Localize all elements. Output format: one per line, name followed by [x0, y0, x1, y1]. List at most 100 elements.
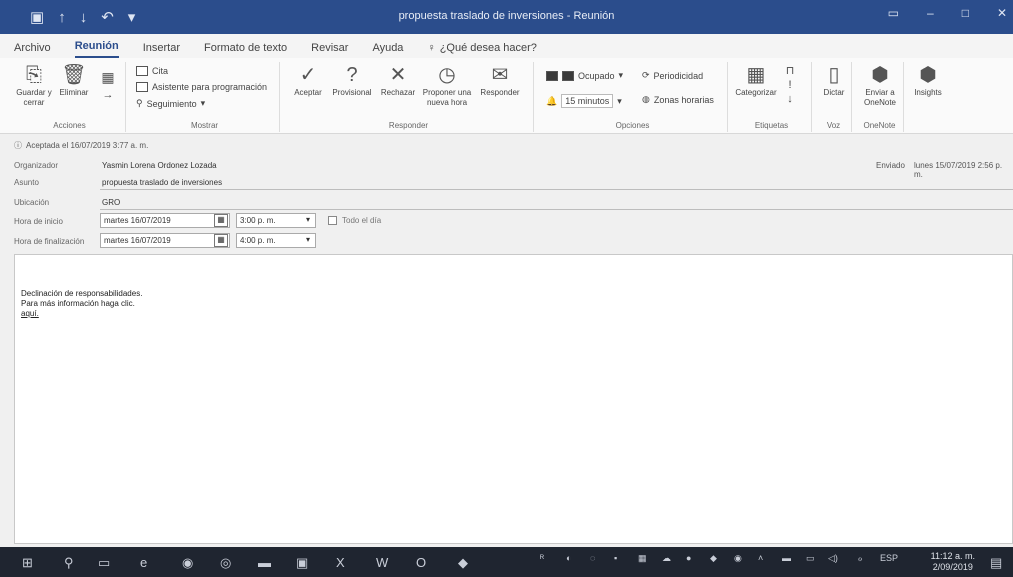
disclaimer-line: Declinación de responsabilidades. [21, 289, 143, 298]
tray-app-icon-4[interactable]: ▦ [638, 553, 647, 564]
arrow-down-icon[interactable]: ↓ [80, 9, 88, 26]
tray-app-icon-1[interactable]: ◐ [566, 553, 571, 563]
organizer-value[interactable]: Yasmin Lorena Ordonez Lozada [102, 161, 217, 170]
file-explorer-icon[interactable]: ▬ [258, 555, 271, 570]
arrow-up-icon[interactable]: ↑ [58, 9, 66, 26]
low-importance-icon[interactable]: ↓ [782, 92, 798, 106]
volume-icon[interactable]: ◁) [828, 553, 838, 564]
sent-label: Enviado [876, 161, 905, 170]
tray-app-icon-8[interactable]: ◉ [734, 553, 742, 564]
forward-button[interactable]: ▦ → [96, 66, 120, 101]
ribbon-options-icon[interactable]: ▭ [888, 6, 899, 20]
battery-icon[interactable]: ▬ [782, 553, 791, 563]
categorize-button[interactable]: ▦ Categorizar [734, 64, 778, 98]
notifications-icon[interactable]: ▤ [990, 555, 1002, 571]
clock-date: 2/09/2019 [932, 562, 973, 572]
tray-app-icon-5[interactable]: ☁ [662, 553, 671, 564]
tab-revisar[interactable]: Revisar [311, 42, 348, 58]
info-icon: ⓘ [14, 141, 22, 150]
save-icon[interactable]: ▣ [30, 8, 44, 26]
edge-icon[interactable]: e [140, 555, 147, 570]
group-label-responder: Responder [388, 121, 429, 130]
send-to-onenote-button[interactable]: ⬢ Enviar a OneNote [858, 64, 902, 108]
message-body[interactable]: Declinación de responsabilidades. Para m… [14, 254, 1013, 544]
close-icon[interactable]: ✕ [997, 6, 1007, 20]
time-zones-button[interactable]: ◍ Zonas horarias [642, 94, 714, 105]
clock-time: 11:12 a. m. [930, 551, 975, 561]
show-as-dropdown[interactable]: Ocupado ▾ [546, 70, 623, 81]
task-view-icon[interactable]: ▭ [98, 555, 110, 571]
tray-app-icon-6[interactable]: ● [686, 553, 691, 563]
subject-field[interactable]: propuesta traslado de inversiones [102, 178, 222, 187]
group-etiquetas: ▦ Categorizar ⊓ ! ↓ Etiquetas [732, 62, 812, 132]
outlook-icon[interactable]: O [416, 555, 426, 570]
respond-button[interactable]: ✉ Responder [478, 64, 522, 98]
scheduling-icon [136, 82, 148, 92]
tab-formato-texto[interactable]: Formato de texto [204, 42, 287, 58]
search-icon[interactable]: ⚲ [64, 555, 74, 571]
tentative-button[interactable]: ? Provisional [330, 64, 374, 98]
window-title: propuesta traslado de inversiones - Reun… [398, 10, 615, 22]
decline-button[interactable]: ✕ Rechazar [378, 64, 418, 98]
undo-icon[interactable]: ↶ [101, 8, 114, 26]
save-close-button[interactable]: ⎘ Guardar y cerrar [16, 64, 52, 108]
high-importance-icon[interactable]: ! [782, 78, 798, 92]
tracking-button[interactable]: ⚲ Seguimiento ▾ [136, 98, 205, 109]
chrome-icon[interactable]: ◎ [220, 555, 231, 571]
store-icon[interactable]: ▣ [296, 555, 308, 571]
tray-app-icon-2[interactable]: ◌ [590, 553, 595, 563]
all-day-checkbox[interactable] [328, 216, 337, 225]
reminder-dropdown[interactable]: 🔔 15 minutos ▾ [546, 94, 622, 108]
tray-app-icon-7[interactable]: ◆ [710, 553, 717, 564]
end-date-field[interactable]: martes 16/07/2019 [100, 233, 230, 248]
tab-insertar[interactable]: Insertar [143, 42, 180, 58]
customize-toolbar-icon[interactable]: ▾ [128, 8, 136, 26]
recurrence-button[interactable]: ⟳ Periodicidad [642, 70, 703, 81]
tab-reunion[interactable]: Reunión [74, 40, 119, 58]
end-calendar-icon[interactable]: ▦ [214, 234, 228, 247]
subject-underline [100, 189, 1013, 190]
insights-button[interactable]: ⬢ Insights [910, 64, 946, 98]
tray-app-icon-3[interactable]: ▪ [614, 553, 617, 563]
propose-time-button[interactable]: ◷ Proponer una nueva hora [422, 64, 472, 108]
word-icon[interactable]: W [376, 555, 388, 570]
recurrence-icon: ⟳ [642, 70, 650, 80]
app-icon[interactable]: ◆ [458, 555, 468, 571]
location-field[interactable]: GRO [102, 198, 120, 207]
firefox-icon[interactable]: ◉ [182, 555, 193, 571]
ribbon-tabs: Archivo Reunión Insertar Formato de text… [0, 34, 1013, 58]
accept-button[interactable]: ✓ Aceptar [290, 64, 326, 98]
here-link[interactable]: aquí. [21, 309, 142, 319]
dictate-button[interactable]: ▯ Dictar [818, 64, 850, 98]
clock[interactable]: 11:12 a. m. 2/09/2019 [931, 551, 975, 573]
language-indicator[interactable]: ESP [880, 553, 898, 563]
delete-button[interactable]: 🗑 Eliminar [56, 64, 92, 98]
lightbulb-icon: ♀ [427, 42, 436, 54]
minimize-icon[interactable]: – [927, 6, 934, 20]
start-calendar-icon[interactable]: ▦ [214, 214, 228, 227]
tab-ayuda[interactable]: Ayuda [372, 42, 403, 58]
scheduling-assistant-button[interactable]: Asistente para programación [136, 82, 267, 92]
chevron-down-icon[interactable]: ▾ [306, 215, 310, 224]
network-icon[interactable]: ▭ [806, 553, 815, 564]
chevron-up-icon[interactable]: ˄ [758, 553, 763, 563]
group-acciones: ⎘ Guardar y cerrar 🗑 Eliminar ▦ → Accion… [14, 62, 126, 132]
pen-icon[interactable]: ℴ [858, 553, 862, 564]
start-time-field[interactable]: 3:00 p. m. [236, 213, 316, 228]
people-icon[interactable]: ᴿ [540, 553, 544, 563]
tab-archivo[interactable]: Archivo [14, 42, 51, 58]
arrow-right-icon: → [102, 89, 114, 101]
chevron-down-icon[interactable]: ▾ [306, 235, 310, 244]
outlook-meeting-window: ▣ ↑ ↓ ↶ ▾ propuesta traslado de inversio… [0, 0, 1013, 577]
restore-icon[interactable]: □ [962, 6, 969, 20]
start-date-field[interactable]: martes 16/07/2019 [100, 213, 230, 228]
globe-icon: ◍ [642, 94, 650, 104]
lock-icon[interactable]: ⊓ [782, 64, 798, 78]
tell-me-box[interactable]: ♀ ¿Qué desea hacer? [427, 42, 536, 58]
windows-start-icon[interactable]: ⊞ [22, 555, 33, 571]
clock-icon: ◷ [438, 64, 456, 86]
checkmark-icon: ✓ [299, 64, 317, 86]
excel-icon[interactable]: X [336, 555, 345, 570]
end-time-field[interactable]: 4:00 p. m. [236, 233, 316, 248]
cita-button[interactable]: Cita [136, 66, 168, 76]
